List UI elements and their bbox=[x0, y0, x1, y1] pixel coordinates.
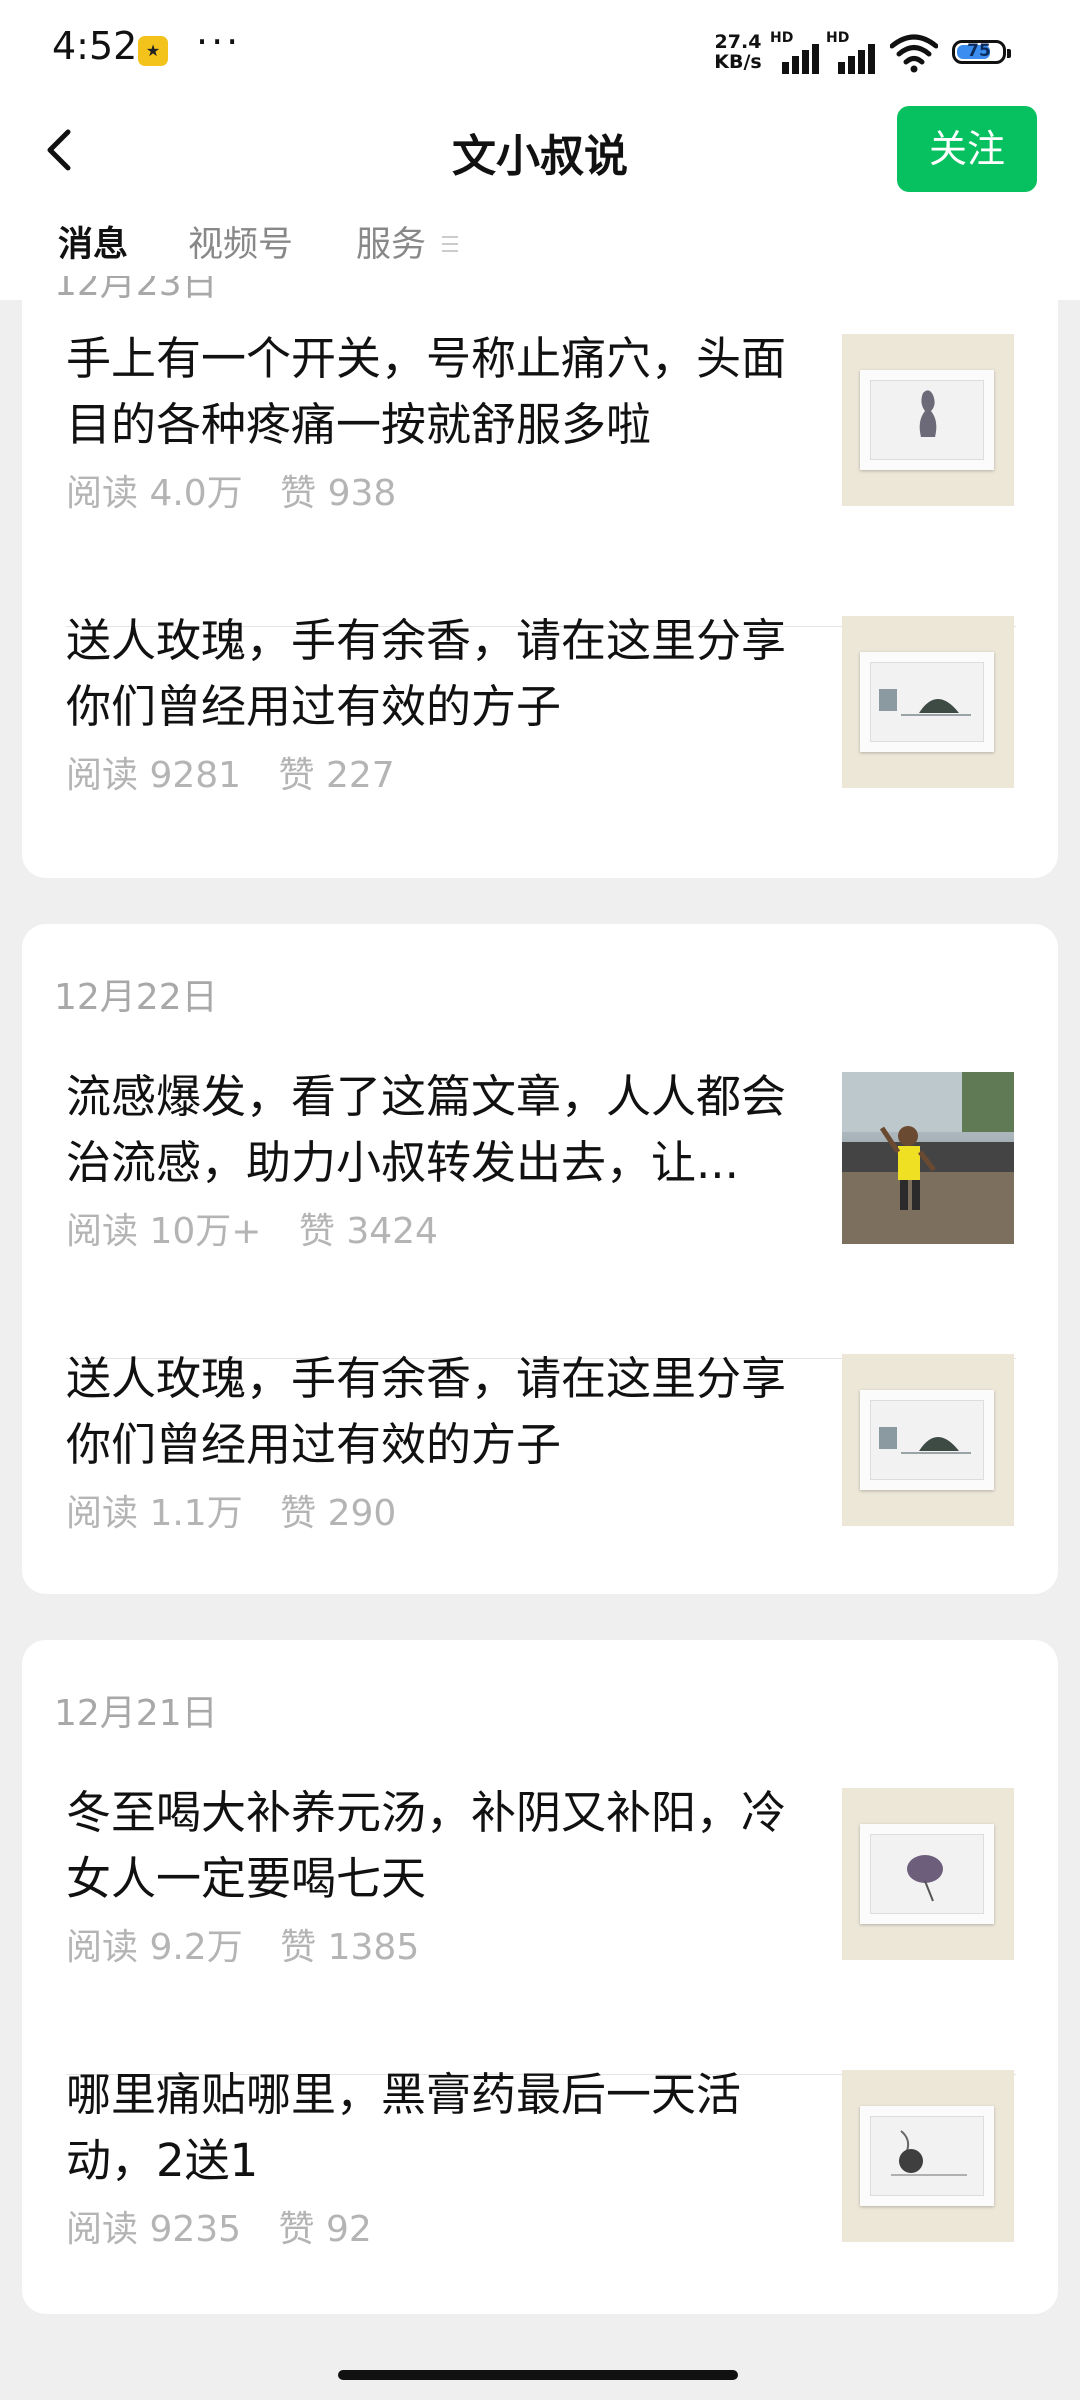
date-group-card: 12月21日 冬至喝大补养元汤，补阴又补阳，冷女人一定要喝七天 阅读 9.2万 … bbox=[22, 1640, 1058, 2314]
date-group-card: 12月22日 流感爆发，看了这篇文章，人人都会治流感，助力小叔转发出去，让...… bbox=[22, 924, 1058, 1594]
article-thumbnail bbox=[842, 616, 1014, 788]
signal-2-hd-label: HD bbox=[826, 30, 850, 46]
network-speed-unit: KB/s bbox=[714, 51, 762, 73]
date-group-card: 12月23日 手上有一个开关，号称止痛穴，头面目的各种疼痛一按就舒服多啦 阅读 … bbox=[22, 276, 1058, 878]
tab-messages[interactable]: 消息 bbox=[58, 216, 128, 267]
article-stats: 阅读 9235 赞 92 bbox=[66, 2200, 398, 2252]
article-item[interactable]: 送人玫瑰，手有余香，请在这里分享你们曾经用过有效的方子 阅读 1.1万 赞 29… bbox=[22, 1346, 1058, 1594]
article-title: 哪里痛贴哪里，黑膏药最后一天活动，2送1 bbox=[66, 2068, 742, 2187]
official-account-page: 4:52 ★ ··· 27.4 KB/s HD HD 75 文小叔说 关注 消息… bbox=[0, 0, 1080, 2400]
wifi-icon bbox=[890, 34, 938, 73]
network-speed-value: 27.4 bbox=[714, 31, 762, 53]
article-title: 送人玫瑰，手有余香，请在这里分享你们曾经用过有效的方子 bbox=[66, 614, 787, 733]
article-title: 手上有一个开关，号称止痛穴，头面目的各种疼痛一按就舒服多啦 bbox=[66, 332, 787, 451]
network-speed: 27.4 KB/s bbox=[710, 32, 766, 72]
date-label: 12月21日 bbox=[54, 1693, 218, 1734]
battery-icon: 75 bbox=[952, 40, 1011, 64]
article-title: 冬至喝大补养元汤，补阴又补阳，冷女人一定要喝七天 bbox=[66, 1786, 787, 1905]
menu-lines-icon bbox=[442, 236, 458, 252]
read-count: 阅读 4.0万 bbox=[66, 473, 243, 514]
article-stats: 阅读 1.1万 赞 290 bbox=[66, 1484, 422, 1536]
article-thumbnail bbox=[842, 1354, 1014, 1526]
article-stats: 阅读 10万+ 赞 3424 bbox=[66, 1202, 464, 1254]
more-notifications-icon: ··· bbox=[196, 20, 242, 64]
cell-signal-2-icon: HD bbox=[826, 30, 886, 74]
cell-signal-1-icon: HD bbox=[770, 30, 830, 74]
read-count: 阅读 9235 bbox=[66, 2209, 242, 2250]
article-stats: 阅读 9.2万 赞 1385 bbox=[66, 1918, 445, 1970]
article-item[interactable]: 流感爆发，看了这篇文章，人人都会治流感，助力小叔转发出去，让... 阅读 10万… bbox=[22, 1064, 1058, 1346]
like-count: 赞 3424 bbox=[298, 1211, 438, 1252]
like-count: 赞 290 bbox=[280, 1493, 397, 1534]
status-bar: 4:52 ★ ··· 27.4 KB/s HD HD 75 bbox=[0, 0, 1080, 100]
follow-button[interactable]: 关注 bbox=[897, 106, 1037, 192]
tab-services[interactable]: 服务 bbox=[356, 216, 426, 267]
read-count: 阅读 9.2万 bbox=[66, 1927, 243, 1968]
signal-1-hd-label: HD bbox=[770, 30, 794, 46]
like-count: 赞 1385 bbox=[280, 1927, 420, 1968]
like-count: 赞 227 bbox=[278, 755, 395, 796]
date-label: 12月22日 bbox=[54, 977, 218, 1018]
article-stats: 阅读 4.0万 赞 938 bbox=[66, 464, 422, 516]
read-count: 阅读 1.1万 bbox=[66, 1493, 243, 1534]
article-stats: 阅读 9281 赞 227 bbox=[66, 746, 421, 798]
notification-app-icon: ★ bbox=[138, 36, 168, 66]
read-count: 阅读 10万+ bbox=[66, 1211, 262, 1252]
tab-channels[interactable]: 视频号 bbox=[188, 216, 293, 267]
article-title: 送人玫瑰，手有余香，请在这里分享你们曾经用过有效的方子 bbox=[66, 1352, 787, 1471]
home-indicator[interactable] bbox=[338, 2370, 738, 2380]
battery-level: 75 bbox=[967, 41, 991, 61]
article-item[interactable]: 送人玫瑰，手有余香，请在这里分享你们曾经用过有效的方子 阅读 9281 赞 22… bbox=[22, 608, 1058, 878]
article-thumbnail bbox=[842, 1788, 1014, 1960]
like-count: 赞 92 bbox=[278, 2209, 372, 2250]
article-item[interactable]: 手上有一个开关，号称止痛穴，头面目的各种疼痛一按就舒服多啦 阅读 4.0万 赞 … bbox=[22, 326, 1058, 608]
article-thumbnail bbox=[842, 1072, 1014, 1244]
like-count: 赞 938 bbox=[280, 473, 397, 514]
read-count: 阅读 9281 bbox=[66, 755, 242, 796]
article-item[interactable]: 冬至喝大补养元汤，补阴又补阳，冷女人一定要喝七天 阅读 9.2万 赞 1385 bbox=[22, 1780, 1058, 2062]
article-title: 流感爆发，看了这篇文章，人人都会治流感，助力小叔转发出去，让... bbox=[66, 1070, 787, 1189]
header: 文小叔说 关注 消息 视频号 服务 bbox=[0, 100, 1080, 300]
article-thumbnail bbox=[842, 334, 1014, 506]
article-thumbnail bbox=[842, 2070, 1014, 2242]
message-feed[interactable]: 12月23日 手上有一个开关，号称止痛穴，头面目的各种疼痛一按就舒服多啦 阅读 … bbox=[0, 276, 1080, 2356]
status-time: 4:52 bbox=[52, 24, 138, 68]
article-item[interactable]: 哪里痛贴哪里，黑膏药最后一天活动，2送1 阅读 9235 赞 92 bbox=[22, 2062, 1058, 2314]
date-label: 12月23日 bbox=[54, 276, 218, 304]
